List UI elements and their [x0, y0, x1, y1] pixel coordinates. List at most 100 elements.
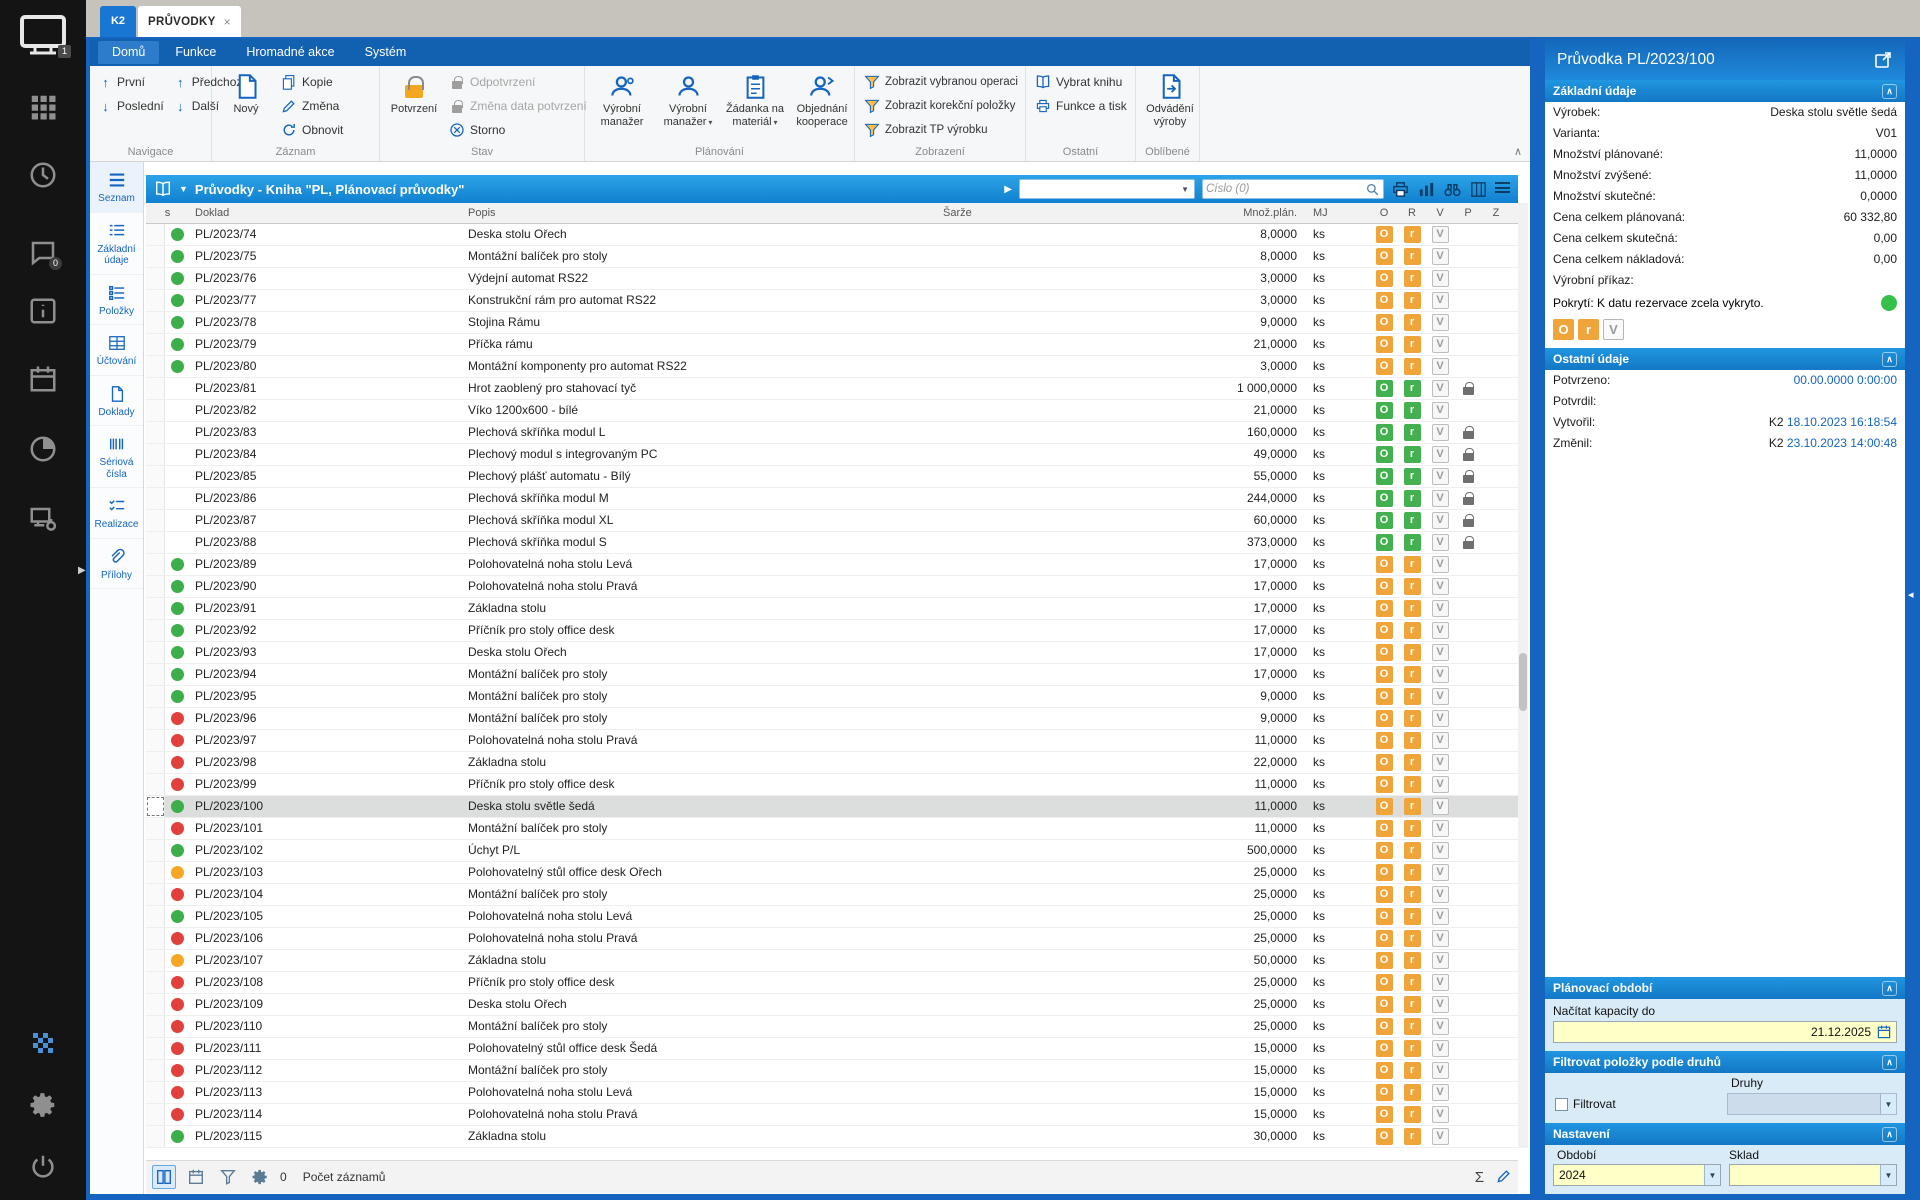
table-row[interactable]: PL/2023/74Deska stolu Ořech8,0000ksOrV	[146, 224, 1518, 246]
table-menu-icon[interactable]	[1495, 180, 1510, 198]
section-nastaveni-header[interactable]: Nastavení ∧	[1545, 1123, 1905, 1145]
row-gutter[interactable]	[146, 312, 165, 333]
table-row[interactable]: PL/2023/80Montážní komponenty pro automa…	[146, 356, 1518, 378]
show-operation-button[interactable]: Zobrazit vybranou operaci	[860, 70, 1022, 94]
table-row[interactable]: PL/2023/75Montážní balíček pro stoly8,00…	[146, 246, 1518, 268]
druhy-dropdown[interactable]: ▼	[1727, 1093, 1897, 1115]
table-row[interactable]: PL/2023/108Příčník pro stoly office desk…	[146, 972, 1518, 994]
filter-checkbox[interactable]	[1555, 1098, 1568, 1111]
column-header-mj[interactable]: MJ	[1303, 203, 1370, 223]
collapse-icon[interactable]: ∧	[1882, 1055, 1897, 1070]
k2-logo[interactable]: 1	[17, 12, 69, 60]
view-pages-icon[interactable]	[152, 1165, 176, 1189]
sidebar-item-zakladni-udaje[interactable]: Základní údaje	[90, 213, 143, 275]
table-row[interactable]: PL/2023/96Montážní balíček pro stoly9,00…	[146, 708, 1518, 730]
settings-gear-icon[interactable]	[28, 1090, 58, 1120]
change-button[interactable]: Změna	[277, 94, 347, 118]
table-row[interactable]: PL/2023/114Polohovatelná noha stolu Prav…	[146, 1104, 1518, 1126]
menu-hromadne-akce[interactable]: Hromadné akce	[232, 41, 348, 64]
row-gutter[interactable]	[146, 532, 165, 553]
edit-icon[interactable]	[1496, 1168, 1512, 1187]
sidebar-item-prilohy[interactable]: Přílohy	[90, 539, 143, 590]
new-button[interactable]: Nový	[217, 70, 275, 145]
service-desk-icon[interactable]	[28, 504, 58, 534]
table-row[interactable]: PL/2023/77Konstrukční rám pro automat RS…	[146, 290, 1518, 312]
print-icon[interactable]	[1391, 180, 1410, 199]
book-open-icon[interactable]	[154, 180, 172, 198]
material-request-button[interactable]: Žádanka na materiál▾	[722, 70, 788, 145]
sidebar-item-doklady[interactable]: Doklady	[90, 376, 143, 427]
search-icon[interactable]	[1365, 182, 1380, 197]
search-input[interactable]	[1206, 183, 1365, 195]
row-gutter[interactable]	[146, 752, 165, 773]
column-header-z[interactable]: Z	[1482, 203, 1510, 223]
collapse-icon[interactable]: ∧	[1882, 84, 1897, 99]
remote-pixels-icon[interactable]	[28, 1028, 58, 1058]
table-row[interactable]: PL/2023/105Polohovatelná noha stolu Levá…	[146, 906, 1518, 928]
show-correction-button[interactable]: Zobrazit korekční položky	[860, 94, 1022, 118]
table-row[interactable]: PL/2023/115Základna stolu30,0000ksOrV	[146, 1126, 1518, 1148]
row-gutter[interactable]	[146, 884, 165, 905]
sidebar-expand-arrow[interactable]: ▶	[78, 565, 86, 576]
row-gutter[interactable]	[146, 598, 165, 619]
menu-funkce[interactable]: Funkce	[161, 41, 230, 64]
row-gutter[interactable]	[146, 774, 165, 795]
row-gutter[interactable]	[146, 246, 165, 267]
table-row[interactable]: PL/2023/84Plechový modul s integrovaným …	[146, 444, 1518, 466]
table-row[interactable]: PL/2023/76Výdejní automat RS223,0000ksOr…	[146, 268, 1518, 290]
functions-print-button[interactable]: Funkce a tisk	[1031, 94, 1131, 118]
column-header-sarze[interactable]: Šarže	[943, 203, 1184, 223]
row-gutter[interactable]	[146, 708, 165, 729]
table-row[interactable]: PL/2023/101Montážní balíček pro stoly11,…	[146, 818, 1518, 840]
chart-icon[interactable]	[1417, 180, 1436, 199]
binoculars-icon[interactable]	[1443, 180, 1462, 199]
row-gutter[interactable]	[146, 488, 165, 509]
row-gutter[interactable]	[146, 400, 165, 421]
table-row[interactable]: PL/2023/87Plechová skříňka modul XL60,00…	[146, 510, 1518, 532]
close-icon[interactable]: ×	[224, 15, 231, 29]
table-row[interactable]: PL/2023/94Montážní balíček pro stoly17,0…	[146, 664, 1518, 686]
change-confirm-date-button[interactable]: Změna data potvrzení	[445, 94, 591, 118]
row-gutter[interactable]	[146, 1126, 165, 1147]
table-row[interactable]: PL/2023/86Plechová skříňka modul M244,00…	[146, 488, 1518, 510]
column-header-o[interactable]: O	[1370, 203, 1398, 223]
column-header-p[interactable]: P	[1454, 203, 1482, 223]
table-row[interactable]: PL/2023/95Montážní balíček pro stoly9,00…	[146, 686, 1518, 708]
row-gutter[interactable]	[146, 620, 165, 641]
storno-button[interactable]: Storno	[445, 118, 591, 142]
row-gutter[interactable]	[146, 818, 165, 839]
section-filtrovat-header[interactable]: Filtrovat položky podle druhů ∧	[1545, 1051, 1905, 1073]
table-row[interactable]: PL/2023/111Polohovatelný stůl office des…	[146, 1038, 1518, 1060]
chevron-down-icon[interactable]: ▼	[179, 184, 188, 194]
column-header-popis[interactable]: Popis	[468, 203, 943, 223]
section-ostatni-udaje-header[interactable]: Ostatní údaje ∧	[1545, 348, 1905, 370]
sidebar-item-seznam[interactable]: Seznam	[90, 162, 143, 213]
table-row[interactable]: PL/2023/110Montážní balíček pro stoly25,…	[146, 1016, 1518, 1038]
row-gutter[interactable]	[146, 906, 165, 927]
history-clock-icon[interactable]	[28, 160, 58, 190]
filter-icon[interactable]	[216, 1165, 240, 1189]
row-gutter[interactable]	[146, 840, 165, 861]
table-row[interactable]: PL/2023/89Polohovatelná noha stolu Levá1…	[146, 554, 1518, 576]
table-scrollbar[interactable]	[1518, 203, 1528, 1148]
scrollbar-thumb[interactable]	[1519, 653, 1527, 711]
row-gutter[interactable]	[146, 730, 165, 751]
row-gutter[interactable]	[146, 928, 165, 949]
table-row[interactable]: PL/2023/82Víko 1200x600 - bílé21,0000ksO…	[146, 400, 1518, 422]
sidebar-item-uctovani[interactable]: Účtování	[90, 325, 143, 376]
tab-k2[interactable]: K2	[100, 6, 136, 37]
column-header-v[interactable]: V	[1426, 203, 1454, 223]
section-planovaci-header[interactable]: Plánovací období ∧	[1545, 977, 1905, 999]
table-row[interactable]: PL/2023/103Polohovatelný stůl office des…	[146, 862, 1518, 884]
table-row[interactable]: PL/2023/78Stojina Rámu9,0000ksOrV	[146, 312, 1518, 334]
row-gutter[interactable]	[146, 1016, 165, 1037]
table-row[interactable]: PL/2023/109Deska stolu Ořech25,0000ksOrV	[146, 994, 1518, 1016]
sidebar-item-realizace[interactable]: Realizace	[90, 488, 143, 539]
copy-button[interactable]: Kopie	[277, 70, 347, 94]
obdobi-combo[interactable]: 2024▼	[1553, 1164, 1721, 1186]
production-manager-menu-button[interactable]: Výrobní manažer▾	[656, 70, 720, 145]
table-row[interactable]: PL/2023/112Montážní balíček pro stoly15,…	[146, 1060, 1518, 1082]
row-gutter[interactable]	[146, 334, 165, 355]
row-gutter[interactable]	[146, 994, 165, 1015]
columns-icon[interactable]	[1469, 180, 1488, 199]
